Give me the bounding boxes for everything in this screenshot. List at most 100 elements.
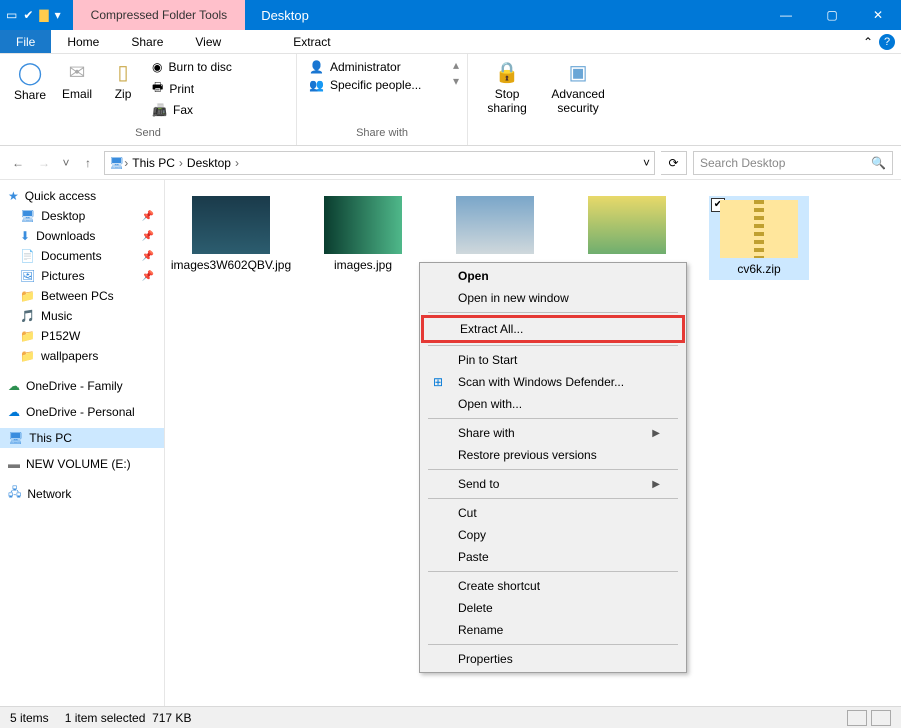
cm-share-with[interactable]: Share with▶: [422, 422, 684, 444]
print-button[interactable]: 🖶Print: [148, 76, 288, 101]
sidebar-item-wallpapers[interactable]: 📁 wallpapers: [0, 346, 164, 366]
icons-view-icon[interactable]: [871, 710, 891, 726]
cm-open-new[interactable]: Open in new window: [422, 287, 684, 309]
separator: [428, 418, 678, 419]
minimize-button[interactable]: —: [763, 0, 809, 30]
file-label: images.jpg: [334, 258, 392, 272]
cm-rename[interactable]: Rename: [422, 619, 684, 641]
sidebar-quick-access[interactable]: ★Quick access: [0, 186, 164, 206]
refresh-button[interactable]: ⟳: [661, 151, 687, 175]
scroll-down-icon[interactable]: ▾: [453, 74, 459, 88]
cm-send-to[interactable]: Send to▶: [422, 473, 684, 495]
file-images3w[interactable]: images3W602QBV.jpg: [181, 196, 281, 272]
crumb-thispc[interactable]: This PC: [128, 156, 179, 170]
breadcrumb[interactable]: 🖥 › This PC › Desktop › ˅: [104, 151, 655, 175]
context-menu: Open Open in new window Extract All... P…: [419, 262, 687, 673]
scroll-up-icon[interactable]: ▴: [453, 58, 459, 72]
crumb-desktop[interactable]: Desktop: [183, 156, 235, 170]
admin-button[interactable]: 👤Administrator: [305, 58, 445, 76]
sidebar-item-p152w[interactable]: 📁P152W: [0, 326, 164, 346]
separator: [428, 312, 678, 313]
file-images[interactable]: images.jpg: [313, 196, 413, 272]
file-zip-selected[interactable]: ✔ cv6k.zip: [709, 196, 809, 280]
recent-button[interactable]: ˅: [60, 156, 72, 170]
file-thumb3[interactable]: [445, 196, 545, 258]
sidebar-network[interactable]: 🖧Network: [0, 480, 164, 507]
document-icon: 📄: [20, 249, 35, 263]
cm-paste[interactable]: Paste: [422, 546, 684, 568]
up-button[interactable]: ↑: [78, 156, 98, 170]
cm-open[interactable]: Open: [422, 265, 684, 287]
cm-delete[interactable]: Delete: [422, 597, 684, 619]
search-icon: 🔍: [871, 156, 886, 170]
collapse-ribbon-icon[interactable]: ⌃: [863, 35, 873, 49]
tab-extract[interactable]: Extract: [277, 30, 346, 53]
sidebar-onedrive-family[interactable]: ☁OneDrive - Family: [0, 376, 164, 396]
label: Music: [41, 309, 72, 323]
ribbon-group-sharewith: 👤Administrator 👥Specific people... ▴ ▾ S…: [297, 54, 468, 145]
separator: [428, 644, 678, 645]
view-toggle: [847, 710, 891, 726]
folder-icon: 📁: [20, 349, 35, 363]
sidebar-item-music[interactable]: 🎵Music: [0, 306, 164, 326]
tab-home[interactable]: Home: [51, 30, 115, 53]
chevron-right-icon: ▶: [652, 428, 660, 439]
menubar: File Home Share View Extract ⌃ ?: [0, 30, 901, 54]
file-menu[interactable]: File: [0, 30, 51, 53]
back-button[interactable]: ←: [8, 156, 28, 170]
search-input[interactable]: Search Desktop 🔍: [693, 151, 893, 175]
contextual-tab[interactable]: Compressed Folder Tools: [73, 0, 246, 30]
forward-button[interactable]: →: [34, 156, 54, 170]
image-thumb: [324, 196, 402, 254]
specific-button[interactable]: 👥Specific people...: [305, 76, 445, 94]
separator: [428, 345, 678, 346]
search-placeholder: Search Desktop: [700, 156, 785, 170]
separator: [428, 469, 678, 470]
ribbon: ◯ Share ✉ Email ▯ Zip ◉Burn to disc 🖶Pri…: [0, 54, 901, 146]
cm-restore[interactable]: Restore previous versions: [422, 444, 684, 466]
cm-extract-all[interactable]: Extract All...: [421, 315, 685, 343]
separator: [428, 571, 678, 572]
sidebar-drive[interactable]: ▬NEW VOLUME (E:): [0, 454, 164, 474]
maximize-button[interactable]: ▢: [809, 0, 855, 30]
address-dropdown-icon[interactable]: ˅: [643, 156, 650, 170]
zip-button[interactable]: ▯ Zip: [102, 58, 144, 103]
cm-defender[interactable]: ⊞Scan with Windows Defender...: [422, 371, 684, 393]
sidebar-item-desktop[interactable]: 🖥Desktop📌: [0, 206, 164, 226]
close-button[interactable]: ✕: [855, 0, 901, 30]
pin-icon: 📌: [142, 251, 154, 262]
stop-sharing-button[interactable]: 🔒 Stop sharing: [476, 58, 538, 117]
sidebar-item-downloads[interactable]: ⬇Downloads📌: [0, 226, 164, 246]
burn-button[interactable]: ◉Burn to disc: [148, 58, 288, 76]
details-view-icon[interactable]: [847, 710, 867, 726]
label: Pictures: [41, 269, 84, 283]
file-label: images3W602QBV.jpg: [171, 258, 291, 272]
cm-cut[interactable]: Cut: [422, 502, 684, 524]
status-selected: 1 item selected 717 KB: [65, 711, 192, 725]
help-icon[interactable]: ?: [879, 34, 895, 50]
cm-properties[interactable]: Properties: [422, 648, 684, 670]
qat-folder-icon[interactable]: ▇: [39, 8, 48, 22]
share-button[interactable]: ◯ Share: [8, 58, 52, 104]
file-thumb4[interactable]: [577, 196, 677, 258]
sidebar-item-pictures[interactable]: 🖼Pictures📌: [0, 266, 164, 286]
sidebar-item-documents[interactable]: 📄Documents📌: [0, 246, 164, 266]
tab-view[interactable]: View: [179, 30, 237, 53]
cm-copy[interactable]: Copy: [422, 524, 684, 546]
advanced-security-button[interactable]: ▣ Advanced security: [542, 58, 614, 117]
email-button[interactable]: ✉ Email: [56, 58, 98, 103]
users-icon: 👥: [309, 78, 324, 92]
cm-pin[interactable]: Pin to Start: [422, 349, 684, 371]
sidebar-this-pc[interactable]: 🖥This PC: [0, 428, 164, 448]
qat-dropdown-icon[interactable]: ▾: [55, 8, 61, 22]
cm-open-with[interactable]: Open with...: [422, 393, 684, 415]
sidebar-item-between[interactable]: 📁Between PCs: [0, 286, 164, 306]
sidebar-onedrive-personal[interactable]: ☁OneDrive - Personal: [0, 402, 164, 422]
label: wallpapers: [41, 349, 98, 363]
fax-button[interactable]: 📠Fax: [148, 101, 288, 119]
qat-check-icon[interactable]: ✔: [23, 8, 33, 22]
cm-shortcut[interactable]: Create shortcut: [422, 575, 684, 597]
group-security-label: [476, 137, 614, 141]
tab-share[interactable]: Share: [115, 30, 179, 53]
label: NEW VOLUME (E:): [26, 457, 131, 471]
